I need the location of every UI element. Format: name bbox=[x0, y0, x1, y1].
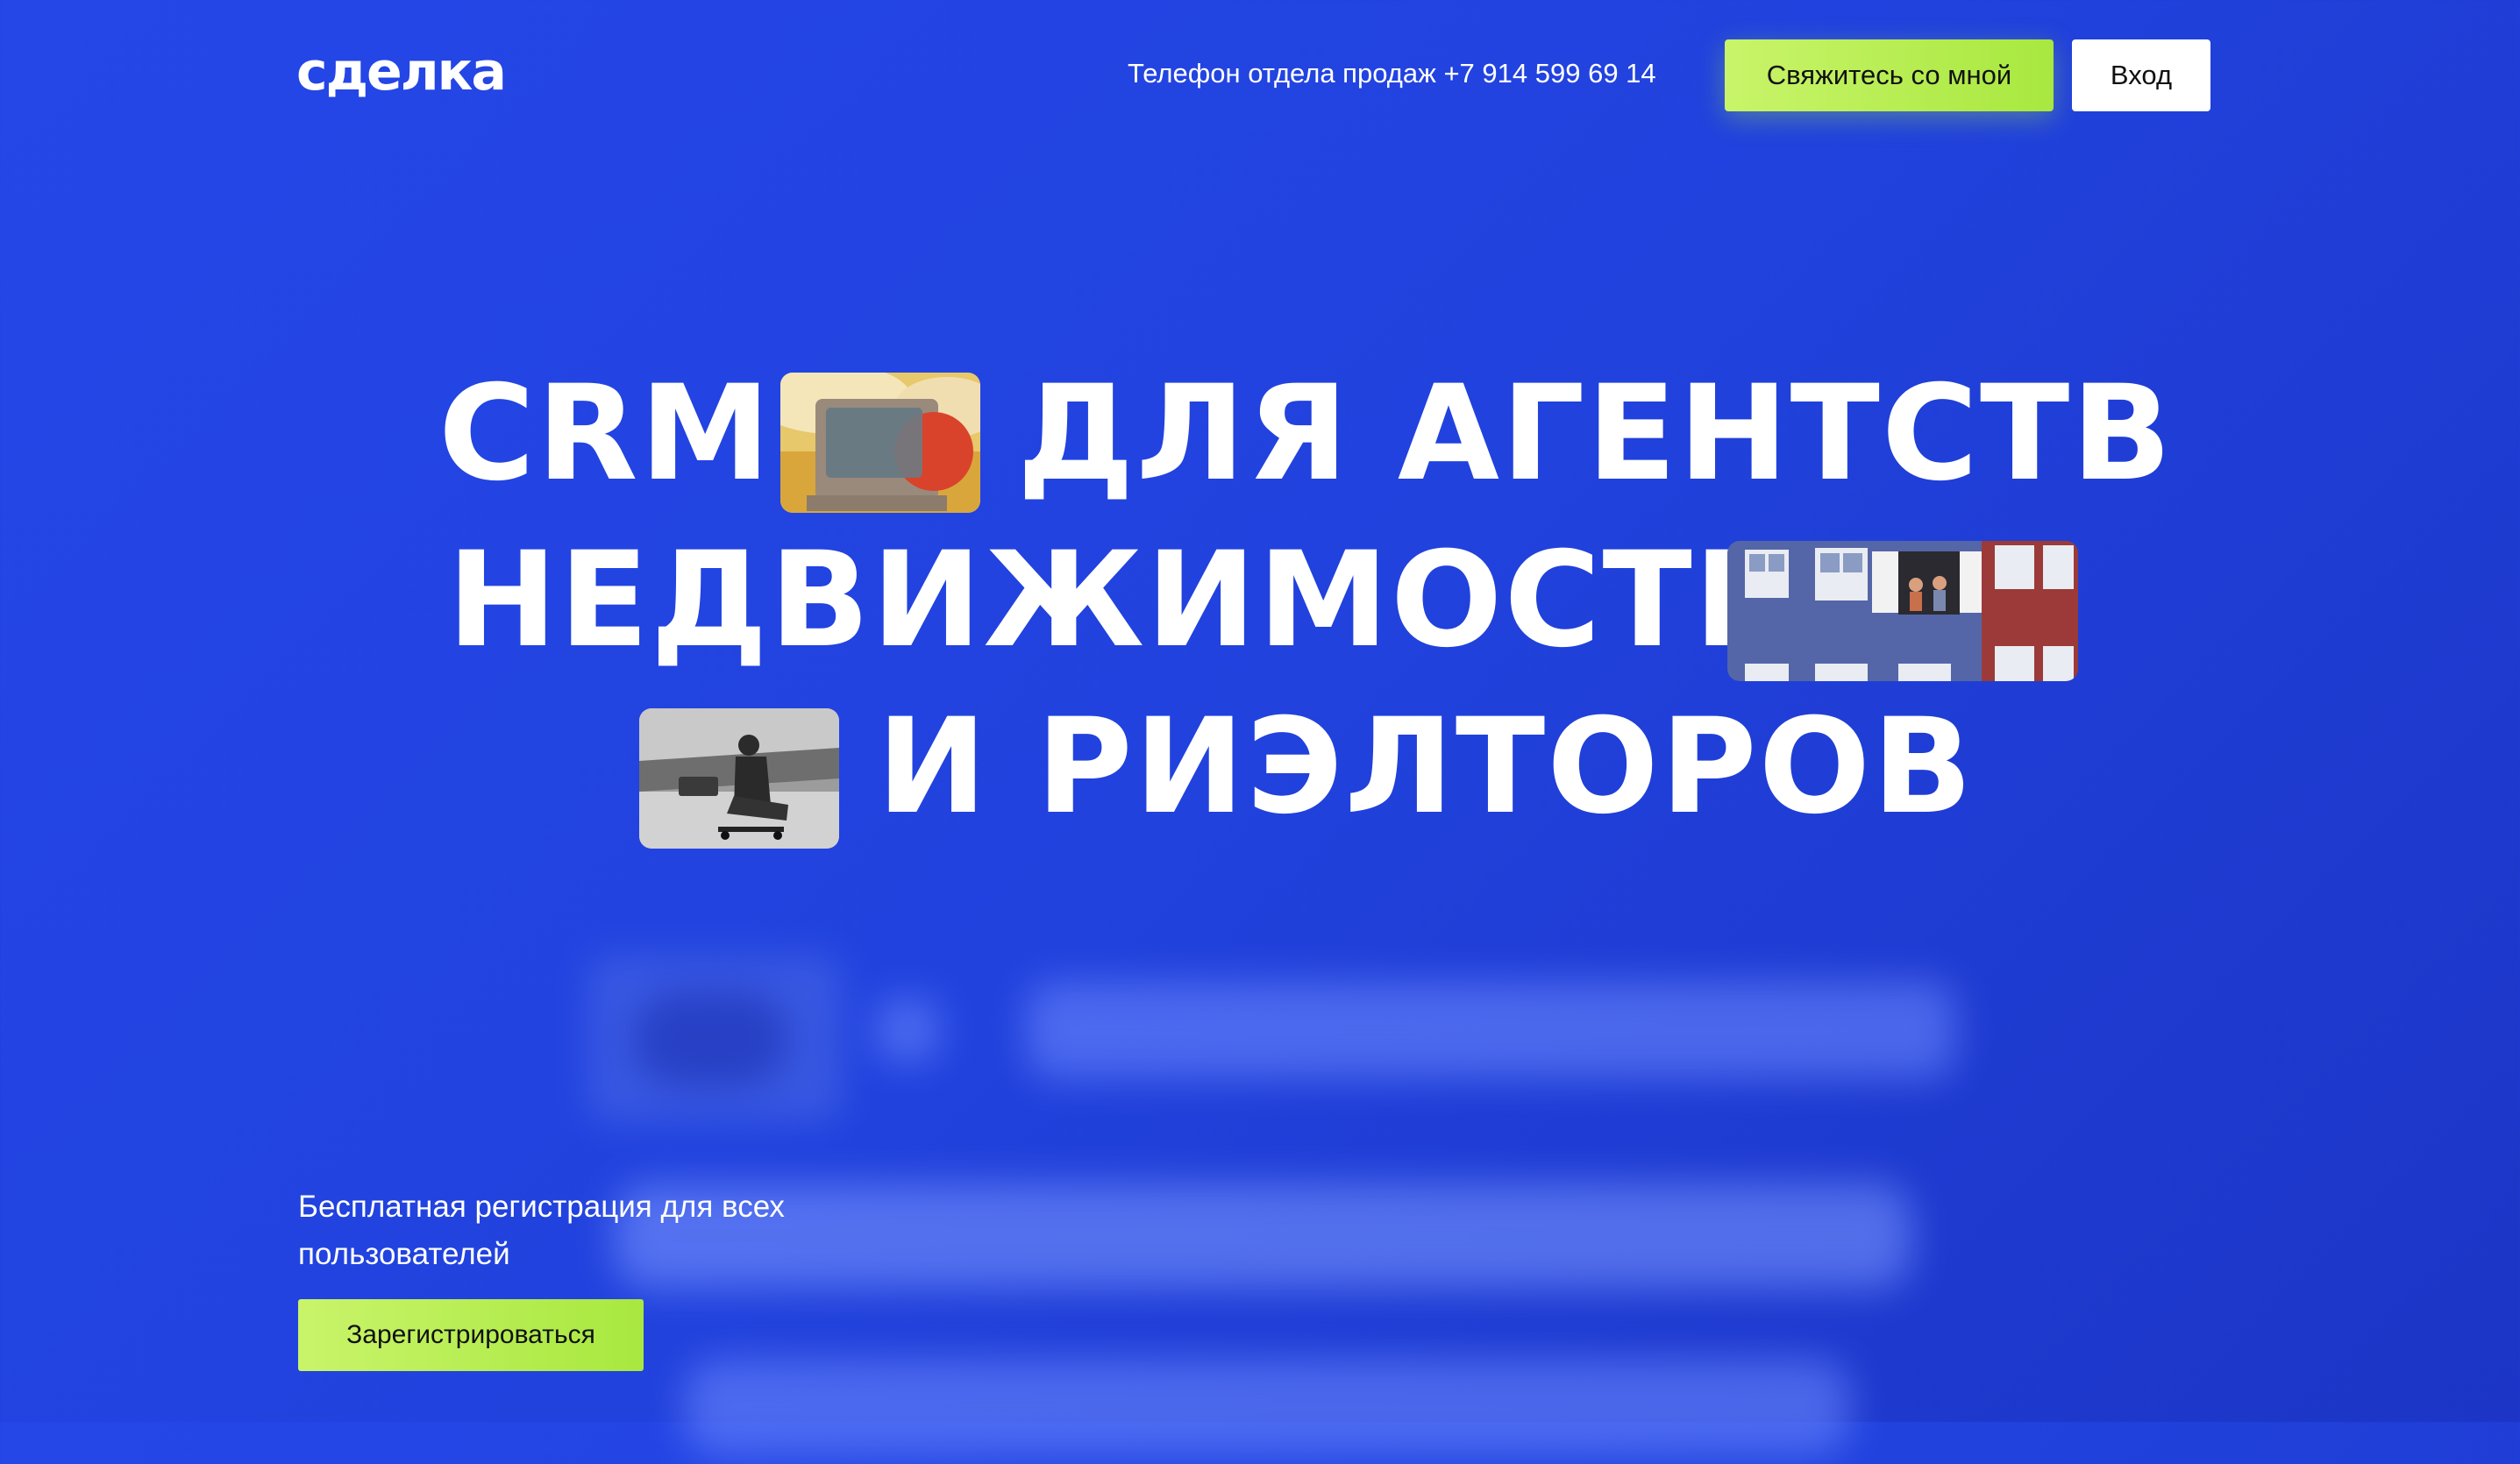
sales-phone: Телефон отдела продаж +7 914 599 69 14 bbox=[1128, 58, 1656, 89]
register-button[interactable]: Зарегистрироваться bbox=[298, 1299, 644, 1371]
free-registration-text: Бесплатная регистрация для всех пользова… bbox=[298, 1190, 785, 1271]
blurred-headline-1 bbox=[877, 947, 1973, 1122]
login-button[interactable]: Вход bbox=[2072, 39, 2210, 111]
hero-title-for-agencies: ДЛЯ АГЕНТСТВ bbox=[1017, 358, 2174, 510]
retro-computer-image bbox=[780, 373, 980, 513]
hero-title-realtors: И РИЭЛТОРОВ bbox=[877, 691, 1975, 843]
logo[interactable]: сделка bbox=[296, 46, 507, 98]
building-windows-image bbox=[1727, 541, 2078, 681]
blurred-image bbox=[587, 956, 842, 1122]
site-header: сделка Телефон отдела продаж +7 914 599 … bbox=[0, 0, 2520, 149]
hero-title-real-estate: НЕДВИЖИМОСТИ bbox=[447, 524, 1806, 677]
blurred-headline-3 bbox=[684, 1341, 1850, 1464]
hero-title-crm: CRM bbox=[438, 358, 772, 510]
skateboarder-photo bbox=[639, 708, 839, 849]
contact-me-button[interactable]: Свяжитесь со мной bbox=[1725, 39, 2054, 111]
